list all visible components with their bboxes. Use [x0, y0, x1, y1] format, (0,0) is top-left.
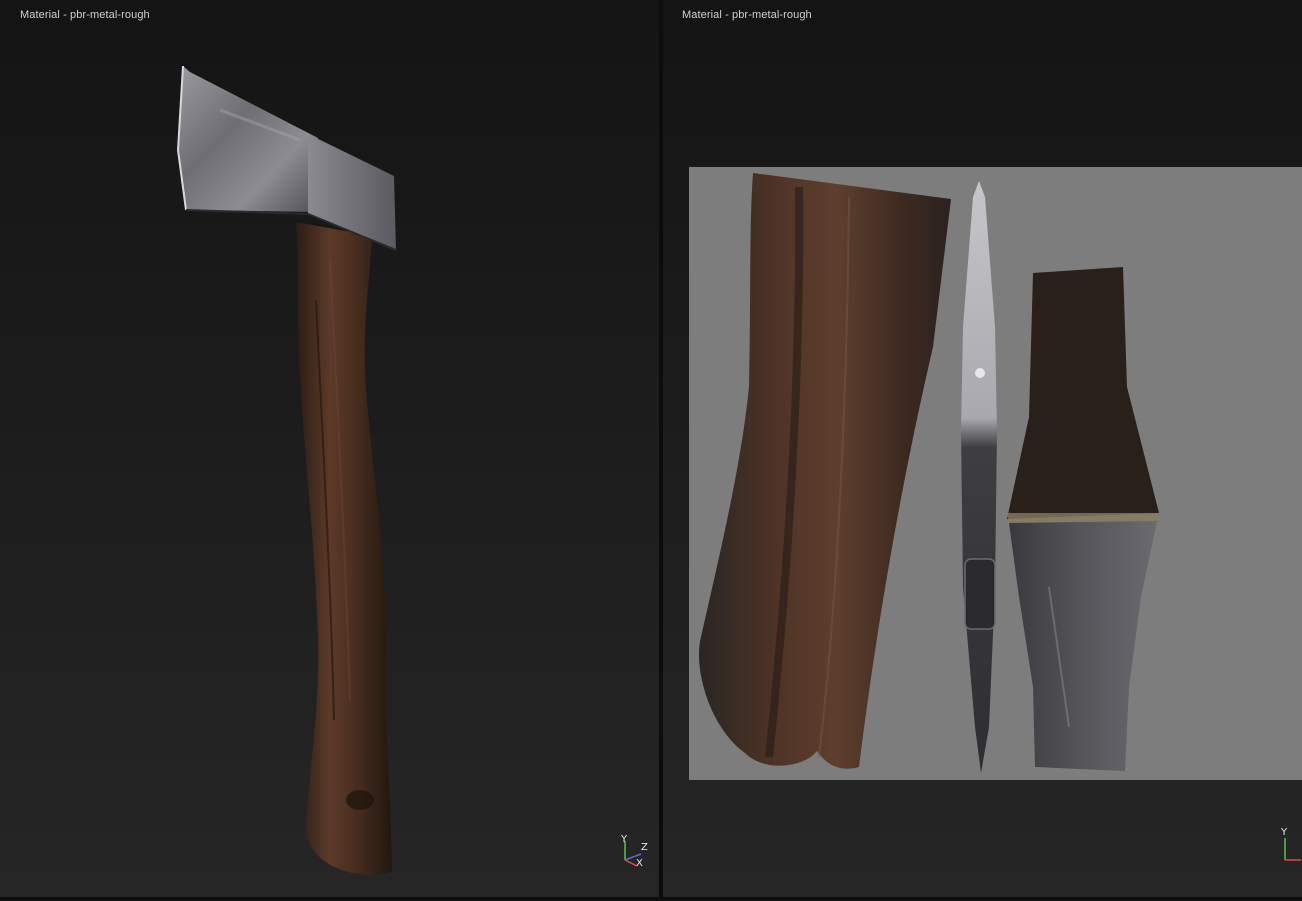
3d-viewport[interactable]: Material - pbr-metal-rough Y Z X [0, 0, 659, 897]
viewport-material-label: Material - pbr-metal-rough [682, 9, 812, 21]
axis-gizmo-icon [1284, 838, 1301, 861]
status-strip [0, 897, 1302, 901]
uv-texture-canvas[interactable] [689, 167, 1302, 780]
axe-model[interactable] [0, 0, 659, 897]
uv-spine-island [961, 181, 997, 773]
uv-blade-island-bottom [1009, 521, 1157, 771]
gizmo-y-label: Y [621, 834, 628, 845]
gizmo-z-label: Z [641, 842, 648, 853]
gizmo-y-label: Y [1281, 827, 1288, 838]
uv-handle-island [698, 173, 951, 769]
gizmo-x-label: X [636, 858, 643, 869]
uv-islands [698, 173, 1159, 773]
uv-viewport[interactable]: Material - pbr-metal-rough Y [663, 0, 1302, 897]
uv-blade-island-top [1007, 267, 1159, 519]
